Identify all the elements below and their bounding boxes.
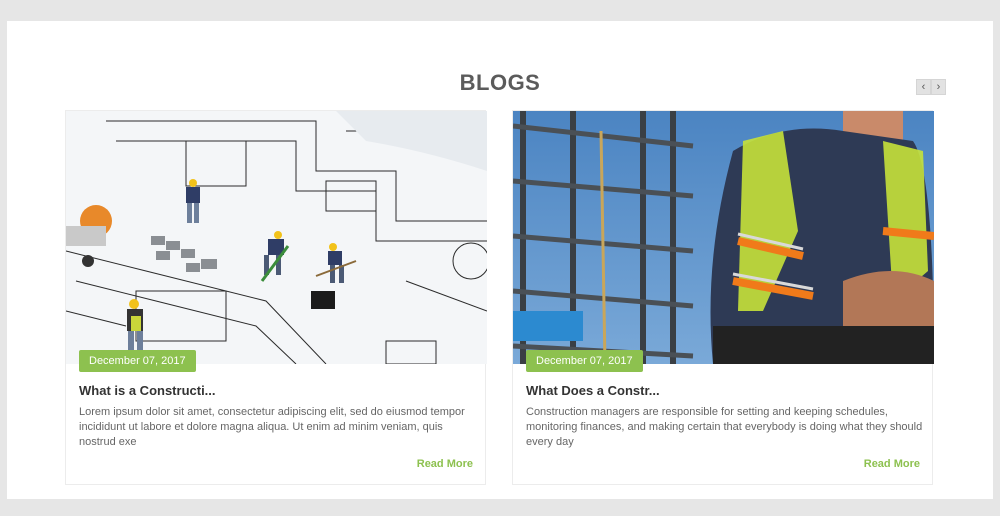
post-date: December 07, 2017	[526, 350, 643, 372]
section-title: BLOGS	[459, 70, 541, 95]
carousel-prev-button[interactable]: ‹	[916, 79, 931, 95]
read-more-link[interactable]: Read More	[864, 458, 920, 470]
blog-section: BLOGS ‹ › December 07, 2017 What is a Co…	[7, 21, 993, 499]
post-title[interactable]: What Does a Constr...	[526, 383, 660, 398]
post-title[interactable]: What is a Constructi...	[79, 383, 216, 398]
chevron-right-icon: ›	[936, 80, 941, 93]
carousel-next-button[interactable]: ›	[931, 79, 946, 95]
blog-image-worker[interactable]	[513, 111, 934, 364]
blog-card[interactable]: December 07, 2017 What is a Constructi..…	[65, 110, 487, 485]
read-more-link[interactable]: Read More	[417, 458, 473, 470]
chevron-left-icon: ‹	[921, 80, 926, 93]
blog-card[interactable]: December 07, 2017 What Does a Constr... …	[512, 110, 934, 485]
post-excerpt: Construction managers are responsible fo…	[526, 406, 923, 448]
post-date: December 07, 2017	[79, 350, 196, 372]
post-excerpt: Lorem ipsum dolor sit amet, consectetur …	[79, 406, 465, 448]
blog-image-blueprint[interactable]	[66, 111, 487, 364]
